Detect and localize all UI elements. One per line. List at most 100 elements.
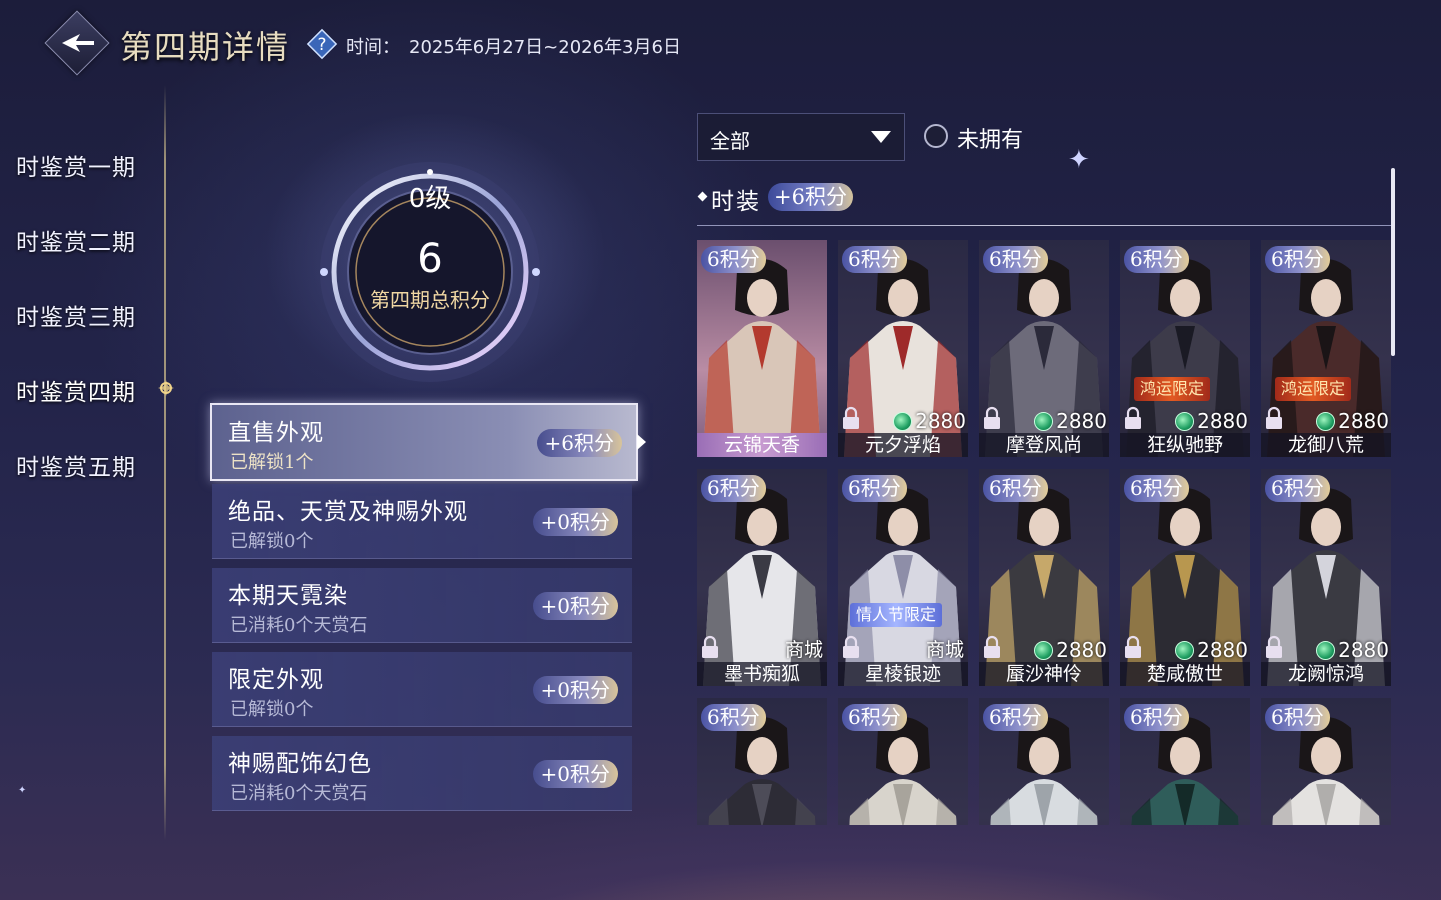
lock-icon <box>843 406 859 429</box>
outfit-card[interactable]: 6积分 云锦天香 <box>697 240 827 457</box>
outfit-card[interactable]: 6积分 鸿运限定 2880 龙御八荒 <box>1261 240 1391 457</box>
limited-tag: 鸿运限定 <box>1275 377 1352 401</box>
price: 2880 <box>893 409 966 433</box>
points-badge: 6积分 <box>842 246 907 273</box>
outfit-card[interactable]: 6积分 <box>1120 698 1250 825</box>
nav-item-period-1[interactable]: 时鉴赏一期 <box>16 148 136 182</box>
nav-item-period-2[interactable]: 时鉴赏二期 <box>16 223 136 257</box>
outfit-name: 龙阙惊鸿 <box>1261 662 1391 686</box>
back-arrow-icon <box>62 34 94 52</box>
outfit-card[interactable]: 6积分 2880 楚咸傲世 <box>1120 469 1250 686</box>
svg-text:?: ? <box>317 35 326 55</box>
time-label: 时间： <box>346 37 400 58</box>
outfit-card[interactable]: 6积分 2880 蜃沙神伶 <box>979 469 1109 686</box>
price-value: 2880 <box>1056 638 1107 662</box>
outfit-name: 龙御八荒 <box>1261 433 1391 457</box>
price-value: 2880 <box>1338 638 1389 662</box>
price-value: 2880 <box>1056 409 1107 433</box>
section-divider <box>697 225 1392 226</box>
points-pill: +0积分 <box>532 508 618 536</box>
category-subtitle: 已消耗0个天赏石 <box>230 615 368 636</box>
lock-icon <box>843 635 859 658</box>
sparkle-icon: ✦ <box>1068 145 1090 175</box>
nav-item-period-4[interactable]: 时鉴赏四期 <box>16 373 136 407</box>
jade-coin-icon <box>1316 411 1336 431</box>
category-title: 绝品、天赏及神赐外观 <box>228 499 468 525</box>
caret-down-icon <box>871 131 891 143</box>
outfit-card[interactable]: 6积分 2880 元夕浮焰 <box>838 240 968 457</box>
valentine-limited-tag: 情人节限定 <box>850 603 943 627</box>
points-badge: 6积分 <box>1124 475 1189 502</box>
outfit-card[interactable]: 6积分 2880 龙阙惊鸿 <box>1261 469 1391 686</box>
level-text: 0级 <box>408 184 452 214</box>
outfit-name: 楚咸傲世 <box>1120 662 1250 686</box>
limited-tag: 鸿运限定 <box>1134 377 1211 401</box>
points-badge: 6积分 <box>701 475 766 502</box>
outfit-name: 星棱银迹 <box>838 662 968 686</box>
outfit-name: 摩登风尚 <box>979 433 1109 457</box>
total-score-label: 第四期总积分 <box>370 288 490 312</box>
category-subtitle: 已解锁0个 <box>230 699 314 720</box>
section-points-pill: +6积分 <box>768 183 853 211</box>
time-value: 2025年6月27日~2026年3月6日 <box>409 37 681 58</box>
lock-icon <box>984 406 1000 429</box>
points-pill: +6积分 <box>536 429 622 457</box>
filter-dropdown[interactable]: 全部 <box>697 113 905 161</box>
points-pill: +0积分 <box>532 592 618 620</box>
category-title: 直售外观 <box>228 420 324 446</box>
selected-arrow-icon <box>637 434 646 450</box>
outfit-grid: 6积分 云锦天香 6积分 2880 元夕浮焰 6积分 2880 摩登风尚 6积分 鸿运限定 2880… <box>697 240 1392 825</box>
section-title: 时装 <box>711 189 761 215</box>
category-premium[interactable]: 绝品、天赏及神赐外观 已解锁0个 +0积分 <box>212 484 632 559</box>
outfit-card[interactable]: 6积分 2880 摩登风尚 <box>979 240 1109 457</box>
points-badge: 6积分 <box>1265 246 1330 273</box>
lock-icon <box>1266 406 1282 429</box>
price: 2880 <box>1316 638 1389 662</box>
help-icon[interactable]: ? <box>306 28 338 60</box>
jade-coin-icon <box>1316 640 1336 660</box>
nav-item-period-5[interactable]: 时鉴赏五期 <box>16 448 136 482</box>
lock-icon <box>702 635 718 658</box>
lock-icon <box>1266 635 1282 658</box>
points-badge: 6积分 <box>842 475 907 502</box>
outfit-name: 云锦天香 <box>697 433 827 457</box>
nav-item-period-3[interactable]: 时鉴赏三期 <box>16 298 136 332</box>
shop-label: 商城 <box>925 639 964 661</box>
category-title: 本期天霓染 <box>228 583 348 609</box>
outfit-card[interactable]: 6积分情人节限定商城 星棱银迹 <box>838 469 968 686</box>
price: 2880 <box>1175 409 1248 433</box>
lock-icon <box>1125 406 1141 429</box>
price: 2880 <box>1175 638 1248 662</box>
unowned-label[interactable]: 未拥有 <box>957 122 1023 154</box>
price-value: 2880 <box>1197 638 1248 662</box>
category-dye[interactable]: 本期天霓染 已消耗0个天赏石 +0积分 <box>212 568 632 643</box>
points-badge: 6积分 <box>842 704 907 731</box>
category-limited[interactable]: 限定外观 已解锁0个 +0积分 <box>212 652 632 727</box>
category-subtitle: 已解锁0个 <box>230 531 314 552</box>
outfit-name: 狂纵驰野 <box>1120 433 1250 457</box>
outfit-card[interactable]: 6积分 <box>697 698 827 825</box>
jade-coin-icon <box>1175 411 1195 431</box>
category-subtitle: 已消耗0个天赏石 <box>230 783 368 804</box>
outfit-card[interactable]: 6积分 <box>1261 698 1391 825</box>
jade-coin-icon <box>1034 411 1054 431</box>
lock-icon <box>984 635 1000 658</box>
points-badge: 6积分 <box>1265 704 1330 731</box>
points-badge: 6积分 <box>983 246 1048 273</box>
jade-coin-icon <box>1034 640 1054 660</box>
outfit-card[interactable]: 6积分 <box>979 698 1109 825</box>
outfit-card[interactable]: 6积分 商城 墨书痴狐 <box>697 469 827 686</box>
jade-coin-icon <box>893 411 913 431</box>
outfit-card[interactable]: 6积分鸿运限定 2880 狂纵驰野 <box>1120 240 1250 457</box>
category-direct-sale[interactable]: 直售外观 已解锁1个 +6积分 <box>210 403 646 481</box>
dropdown-value: 全部 <box>710 129 750 153</box>
section-bullet-icon <box>697 191 708 202</box>
page-title: 第四期详情 <box>120 28 291 66</box>
points-badge: 6积分 <box>983 704 1048 731</box>
outfit-card[interactable]: 6积分 <box>838 698 968 825</box>
category-title: 限定外观 <box>228 667 324 693</box>
unowned-radio[interactable] <box>924 124 948 148</box>
points-badge: 6积分 <box>1124 246 1189 273</box>
category-accessory-color[interactable]: 神赐配饰幻色 已消耗0个天赏石 +0积分 <box>212 736 632 811</box>
price: 2880 <box>1034 638 1107 662</box>
